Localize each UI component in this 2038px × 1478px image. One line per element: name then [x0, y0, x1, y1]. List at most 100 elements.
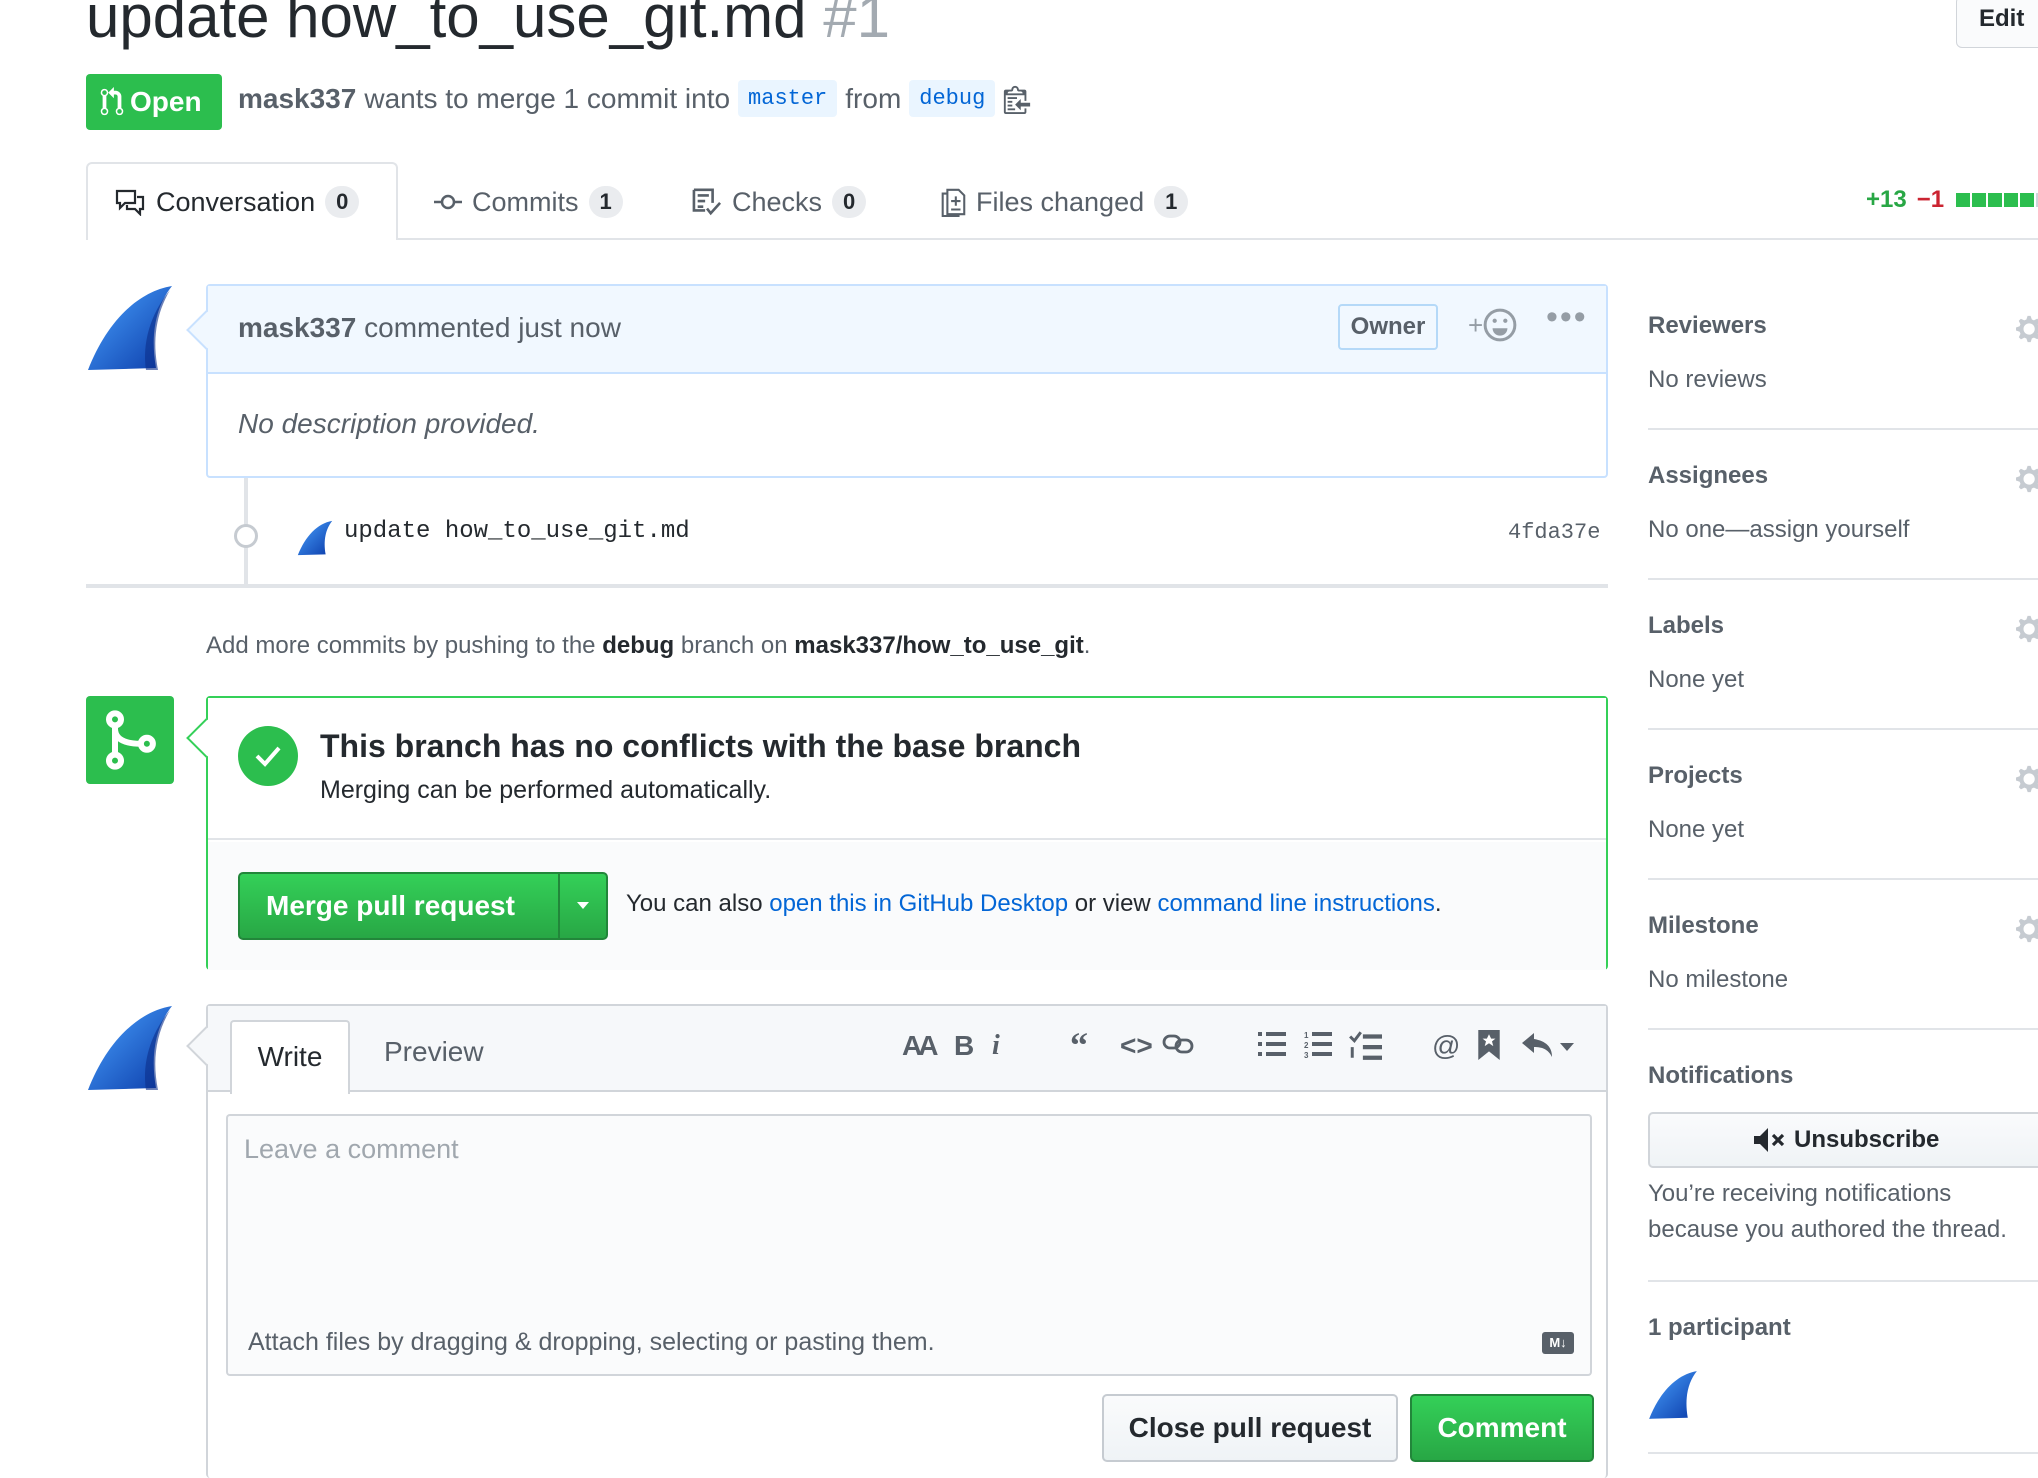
projects-value: None yet — [1648, 816, 1745, 843]
current-user-avatar[interactable] — [86, 1004, 174, 1092]
diff-additions: +13 — [1866, 186, 1907, 213]
tab-preview[interactable]: Preview — [384, 1036, 484, 1068]
sidebar-divider — [1648, 1280, 2038, 1282]
tab-conversation-label: Conversation — [156, 186, 316, 217]
tab-files-changed-label: Files changed — [976, 186, 1145, 217]
comment-author-link[interactable]: mask337 — [238, 312, 356, 343]
reviewers-gear-icon[interactable] — [2016, 314, 2038, 344]
assignees-value[interactable]: No one—assign yourself — [1648, 516, 1909, 544]
merge-title: This branch has no conflicts with the ba… — [320, 728, 1082, 764]
commit-message[interactable]: update how_to_use_git.md — [344, 518, 690, 545]
comment-box: mask337 commented just now Owner + ••• N… — [186, 284, 1608, 478]
diff-deletions: −1 — [1916, 186, 1945, 213]
kebab-menu-icon[interactable]: ••• — [1546, 298, 1588, 337]
tab-commits-label: Commits — [472, 186, 579, 217]
checkmark-icon — [255, 746, 281, 767]
state-label: Open — [130, 86, 202, 117]
bold-icon[interactable]: B — [954, 1030, 974, 1062]
comment-action[interactable]: commented just now — [364, 312, 621, 343]
milestone-gear-icon[interactable] — [2016, 914, 2038, 944]
shark-fin-avatar — [88, 286, 172, 370]
push-hint-middle: branch on — [680, 632, 788, 659]
participant-avatar[interactable] — [1648, 1370, 1698, 1420]
mention-icon[interactable]: @ — [1432, 1030, 1460, 1062]
push-hint-branch: debug — [602, 632, 675, 659]
merge-hint-prefix: You can also — [626, 890, 763, 917]
merge-box: This branch has no conflicts with the ba… — [186, 696, 1608, 970]
add-reaction-button[interactable]: + — [1468, 308, 1517, 342]
unsubscribe-label: Unsubscribe — [1794, 1126, 1940, 1153]
italic-icon[interactable]: i — [992, 1030, 1000, 1062]
tab-conversation[interactable]: Conversation 0 — [114, 178, 360, 226]
comment-author-line: mask337 commented just now — [238, 312, 621, 344]
diff-bar-box — [2020, 193, 2035, 207]
labels-gear-icon[interactable] — [2016, 614, 2038, 644]
merge-status-icon — [86, 696, 174, 784]
comment-button[interactable]: Comment — [1410, 1394, 1594, 1462]
commit-avatar[interactable] — [296, 520, 334, 556]
labels-heading[interactable]: Labels — [1648, 612, 1724, 640]
quote-icon[interactable]: “ — [1070, 1024, 1088, 1066]
check-icon — [238, 726, 298, 786]
svg-text:2: 2 — [1304, 1041, 1309, 1050]
diff-bar-box — [1972, 193, 1987, 207]
command-line-instructions-link[interactable]: command line instructions — [1157, 890, 1434, 917]
merge-method-dropdown[interactable] — [560, 901, 606, 911]
sidebar-divider — [1648, 1452, 2038, 1454]
projects-gear-icon[interactable] — [2016, 764, 2038, 794]
diff-bar-box — [1956, 193, 1971, 207]
new-comment-form: Write Preview AA B i “ <> 123 @ Attach f… — [186, 1004, 1608, 1478]
tab-checks-label: Checks — [732, 186, 823, 217]
svg-text:3: 3 — [1304, 1051, 1309, 1058]
author-link[interactable]: mask337 — [238, 83, 356, 115]
pull-request-icon — [100, 87, 124, 116]
reviewers-heading[interactable]: Reviewers — [1648, 312, 1767, 340]
commit-sha[interactable]: 4fda37e — [1508, 520, 1600, 545]
notification-reason-line2: because you authored the thread. — [1648, 1216, 2007, 1243]
sidebar-divider — [1648, 428, 2038, 430]
attach-files-bar[interactable]: Attach files by dragging & dropping, sel… — [226, 1312, 1592, 1376]
header-icon[interactable]: AA — [902, 1030, 939, 1062]
sidebar-divider — [1648, 878, 2038, 880]
reply-icon[interactable] — [1522, 1030, 1574, 1067]
diffstat[interactable]: +13 −1 — [1866, 186, 2038, 214]
tab-checks[interactable]: Checks 0 — [692, 178, 867, 226]
bookmark-icon[interactable] — [1478, 1030, 1500, 1067]
tab-commits[interactable]: Commits 1 — [434, 178, 623, 226]
merge-pull-request-button[interactable]: Merge pull request — [240, 890, 558, 922]
code-icon[interactable]: <> — [1120, 1030, 1153, 1062]
tab-files-changed[interactable]: Files changed 1 — [940, 178, 1189, 226]
head-branch[interactable]: debug — [909, 80, 996, 117]
tab-files-changed-count: 1 — [1154, 186, 1189, 218]
timeline-separator — [86, 584, 1608, 588]
pr-title-text: update how_to_use_git.md — [86, 0, 807, 50]
push-hint-prefix: Add more commits by pushing to the — [206, 632, 596, 659]
sidebar-divider — [1648, 1028, 2038, 1030]
clipboard-icon[interactable] — [1003, 84, 1031, 114]
push-hint-repo: mask337/how_to_use_git — [794, 632, 1084, 659]
numbered-list-icon[interactable]: 123 — [1304, 1030, 1332, 1065]
base-branch[interactable]: master — [738, 80, 838, 117]
comment-discussion-icon — [115, 189, 145, 216]
push-hint: Add more commits by pushing to the debug… — [206, 632, 1090, 660]
bullet-list-icon[interactable] — [1258, 1030, 1286, 1065]
unsubscribe-button[interactable]: Unsubscribe — [1648, 1112, 2038, 1168]
file-diff-icon — [941, 188, 966, 217]
edit-button[interactable]: Edit — [1956, 0, 2038, 48]
open-in-desktop-link[interactable]: open this in GitHub Desktop — [769, 890, 1068, 917]
assignees-heading[interactable]: Assignees — [1648, 462, 1768, 490]
task-list-icon[interactable] — [1348, 1030, 1382, 1067]
close-pull-request-button[interactable]: Close pull request — [1102, 1394, 1398, 1462]
milestone-heading[interactable]: Milestone — [1648, 912, 1759, 940]
owner-badge: Owner — [1338, 304, 1438, 350]
markdown-icon[interactable]: M↓ — [1542, 1332, 1574, 1354]
commit-dot-icon — [234, 524, 258, 548]
projects-heading[interactable]: Projects — [1648, 762, 1743, 790]
link-icon[interactable] — [1162, 1030, 1194, 1065]
shark-fin-avatar — [88, 1006, 172, 1090]
comment-textarea[interactable] — [226, 1114, 1592, 1314]
tab-write[interactable]: Write — [230, 1020, 350, 1094]
avatar[interactable] — [86, 284, 174, 372]
merge-text: wants to merge 1 commit into — [364, 82, 731, 114]
assignees-gear-icon[interactable] — [2016, 464, 2038, 494]
